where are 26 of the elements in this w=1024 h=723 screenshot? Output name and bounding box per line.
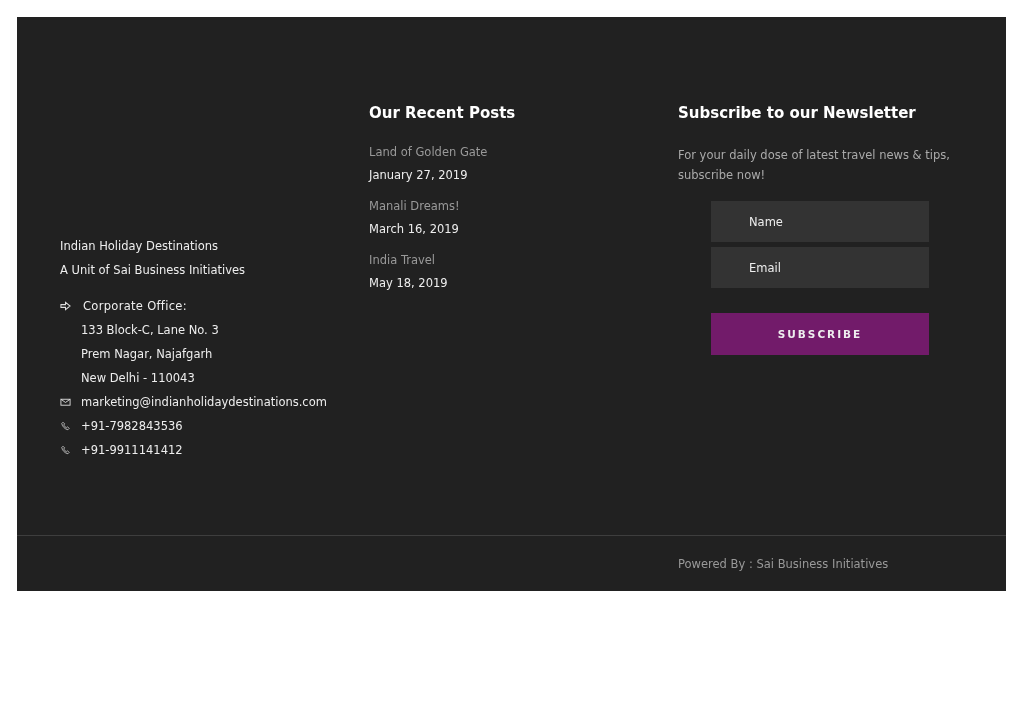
powered-by-text: Powered By : Sai Business Initiatives — [678, 556, 889, 571]
post-title-link[interactable]: India Travel — [369, 253, 436, 268]
envelope-icon — [60, 397, 71, 407]
phone-icon — [60, 421, 71, 431]
post-date: March 16, 2019 — [369, 222, 459, 237]
input-field[interactable]: Name — [711, 201, 929, 242]
company-text: Indian Holiday Destinations — [60, 239, 220, 254]
phone-icon — [60, 445, 71, 455]
address-text: 133 Block-C, Lane No. 3 — [81, 323, 219, 338]
email-link[interactable]: marketing@indianholidaydestinations.com — [81, 395, 327, 410]
post-date: January 27, 2019 — [369, 168, 468, 183]
company-text: A Unit of Sai Business Initiatives — [60, 263, 247, 278]
phone-number[interactable]: +91-7982843536 — [81, 419, 183, 434]
post-date: May 18, 2019 — [369, 276, 448, 291]
section-heading: Subscribe to our Newsletter — [678, 103, 917, 123]
input-field[interactable]: Email — [711, 247, 929, 288]
phone-number[interactable]: +91-9911141412 — [81, 443, 183, 458]
subscribe-button[interactable]: SUBSCRIBE — [711, 313, 929, 355]
section-heading: Our Recent Posts — [369, 103, 517, 123]
newsletter-description: For your daily dose of latest travel news & tips, subscribe now! — [678, 147, 951, 184]
address-text: Corporate Office: — [83, 299, 188, 314]
address-text: Prem Nagar, Najafgarh — [81, 347, 214, 362]
post-title-link[interactable]: Manali Dreams! — [369, 199, 460, 214]
address-text: New Delhi - 110043 — [81, 371, 196, 386]
arrow-right-icon — [60, 301, 71, 311]
post-title-link[interactable]: Land of Golden Gate — [369, 145, 488, 160]
